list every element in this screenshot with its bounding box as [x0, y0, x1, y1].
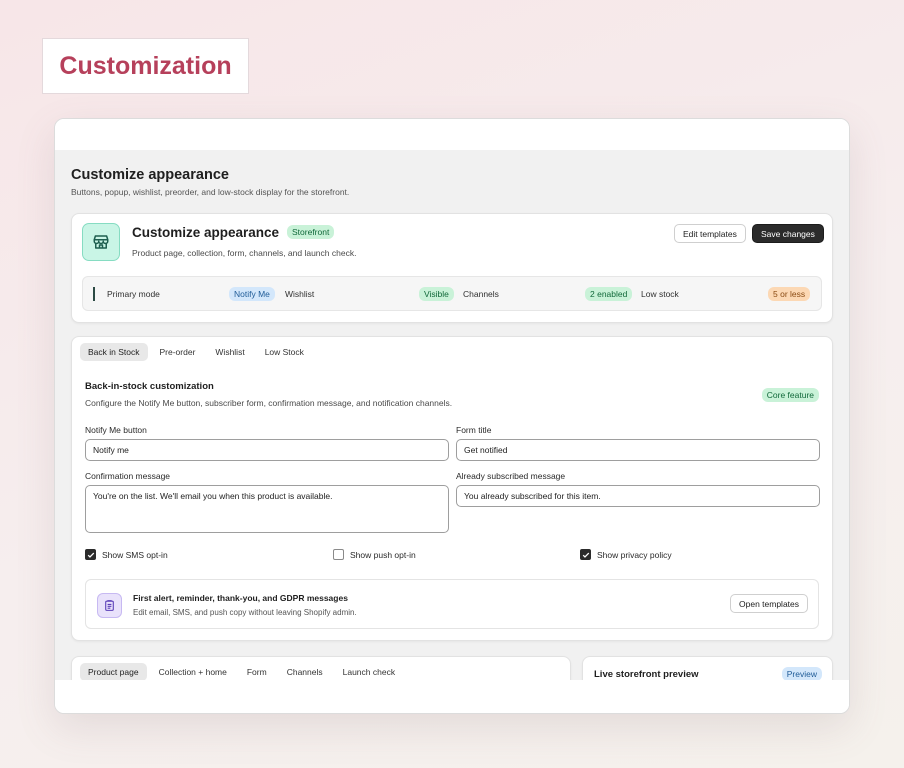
section-title: Back-in-stock customization	[85, 381, 214, 392]
sms-opt-in-label: Show SMS opt-in	[102, 549, 168, 560]
live-preview-title: Live storefront preview	[594, 669, 699, 680]
summary-subtitle: Product page, collection, form, channels…	[132, 248, 357, 258]
templates-title: First alert, reminder, thank-you, and GD…	[133, 593, 348, 603]
stat-value-low-stock: 5 or less	[768, 287, 811, 301]
tab-wishlist[interactable]: Wishlist	[207, 343, 252, 361]
stat-label-wishlist: Wishlist	[285, 289, 315, 299]
preview-tabs: Product page Collection + home Form Chan…	[80, 663, 403, 681]
push-opt-in-label: Show push opt-in	[350, 549, 416, 560]
stat-label-primary-mode: Primary mode	[107, 289, 160, 299]
message-templates-panel: First alert, reminder, thank-you, and GD…	[85, 579, 819, 629]
page-subtitle: Buttons, popup, wishlist, preorder, and …	[71, 187, 350, 197]
preview-settings-card: Product page Collection + home Form Chan…	[71, 656, 571, 682]
confirmation-message-label: Confirmation message	[85, 471, 171, 481]
clipboard-icon	[97, 593, 122, 618]
live-preview-card: Live storefront preview Preview	[582, 656, 833, 682]
already-subscribed-label: Already subscribed message	[456, 471, 566, 481]
customization-card: Back in Stock Pre-order Wishlist Low Sto…	[71, 336, 833, 641]
page-heading-card: Customization	[42, 38, 249, 94]
checkbox-checked-icon	[85, 549, 96, 560]
open-templates-button[interactable]: Open templates	[730, 594, 809, 613]
sms-opt-in-checkbox[interactable]: Show SMS opt-in	[85, 549, 168, 560]
tab-launch-check[interactable]: Launch check	[335, 663, 403, 681]
stat-value-wishlist: Visible	[419, 287, 454, 301]
page-title: Customize appearance	[71, 167, 229, 183]
privacy-policy-checkbox[interactable]: Show privacy policy	[580, 549, 672, 560]
stats-bar: Primary mode Notify Me Wishlist Visible …	[82, 276, 822, 311]
page-header: Customize appearance Buttons, popup, wis…	[71, 167, 349, 197]
tab-form[interactable]: Form	[239, 663, 275, 681]
core-feature-badge: Core feature	[761, 388, 819, 402]
checkbox-unchecked-icon	[333, 549, 344, 560]
window-bottom-bar	[55, 680, 849, 713]
window-top-bar	[55, 119, 849, 150]
page-heading: Customization	[59, 51, 232, 80]
tab-pre-order[interactable]: Pre-order	[152, 343, 204, 361]
save-changes-button[interactable]: Save changes	[752, 224, 824, 243]
stat-label-channels: Channels	[463, 289, 499, 299]
tab-channels[interactable]: Channels	[279, 663, 331, 681]
app-window: Customize appearance Buttons, popup, wis…	[54, 118, 850, 714]
confirmation-message-input[interactable]: You're on the list. We'll email you when…	[85, 485, 449, 533]
feature-tabs: Back in Stock Pre-order Wishlist Low Sto…	[80, 343, 312, 361]
privacy-policy-label: Show privacy policy	[597, 549, 672, 560]
tab-product-page[interactable]: Product page	[80, 663, 147, 681]
preview-badge: Preview	[781, 667, 822, 681]
notify-button-label: Notify Me button	[85, 425, 147, 435]
tab-low-stock[interactable]: Low Stock	[257, 343, 312, 361]
edit-templates-button[interactable]: Edit templates	[674, 224, 746, 243]
stats-accent-bar	[93, 287, 95, 301]
already-subscribed-input[interactable]	[456, 485, 820, 507]
stat-value-channels: 2 enabled	[585, 287, 633, 301]
store-icon	[82, 223, 120, 261]
admin-canvas: Customize appearance Buttons, popup, wis…	[55, 150, 849, 682]
stat-value-primary-mode: Notify Me	[229, 287, 275, 301]
push-opt-in-checkbox[interactable]: Show push opt-in	[333, 549, 416, 560]
section-subtitle: Configure the Notify Me button, subscrib…	[85, 398, 453, 408]
templates-subtitle: Edit email, SMS, and push copy without l…	[133, 608, 357, 617]
storefront-badge: Storefront	[287, 225, 335, 239]
stat-label-low-stock: Low stock	[641, 289, 679, 299]
form-title-label: Form title	[456, 425, 492, 435]
summary-card: Customize appearance Storefront Product …	[71, 213, 833, 323]
form-title-input[interactable]	[456, 439, 820, 461]
summary-title: Customize appearance	[132, 225, 280, 240]
tab-back-in-stock[interactable]: Back in Stock	[80, 343, 148, 361]
checkbox-checked-icon	[580, 549, 591, 560]
notify-button-input[interactable]	[85, 439, 449, 461]
tab-collection-home[interactable]: Collection + home	[151, 663, 235, 681]
